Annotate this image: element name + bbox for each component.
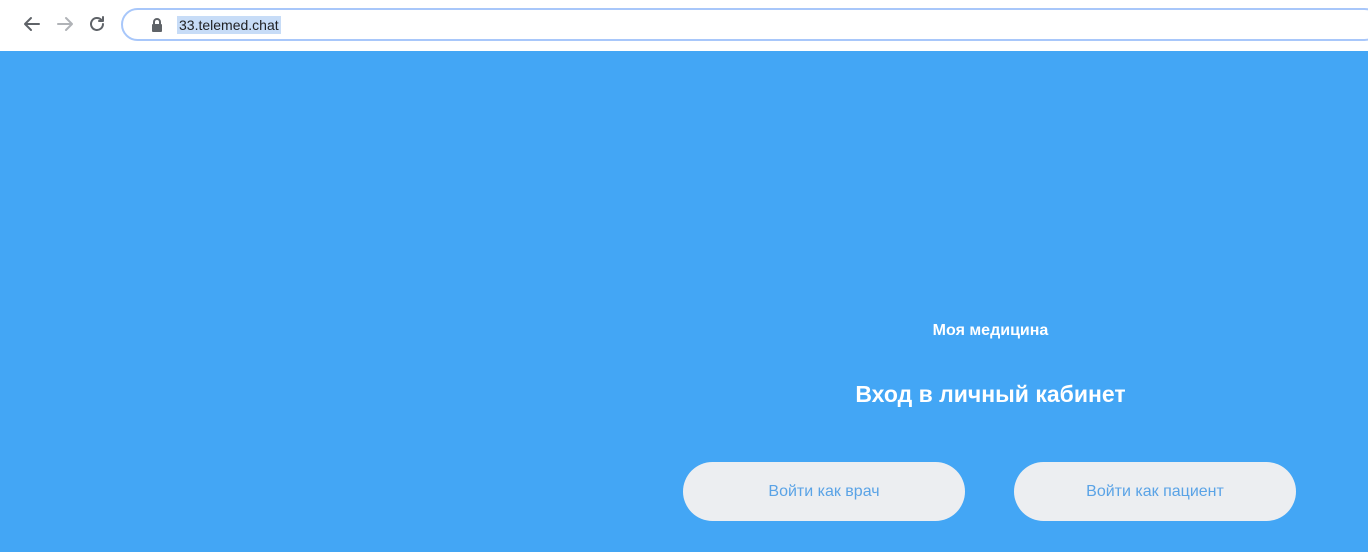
back-arrow-icon[interactable] [22,14,42,34]
url-text[interactable]: 33.telemed.chat [177,16,281,34]
login-patient-button[interactable]: Войти как пациент [1014,462,1296,521]
page-content: Моя медицина Вход в личный кабинет Войти… [0,51,1368,552]
lock-icon[interactable] [150,17,164,33]
address-bar[interactable] [121,8,1368,41]
reload-icon[interactable] [87,14,107,34]
login-doctor-button[interactable]: Войти как врач [683,462,965,521]
forward-arrow-icon[interactable] [55,14,75,34]
page-title: Вход в личный кабинет [855,381,1126,407]
browser-toolbar: 33.telemed.chat [0,0,1368,51]
brand-name: Моя медицина [932,322,1049,339]
